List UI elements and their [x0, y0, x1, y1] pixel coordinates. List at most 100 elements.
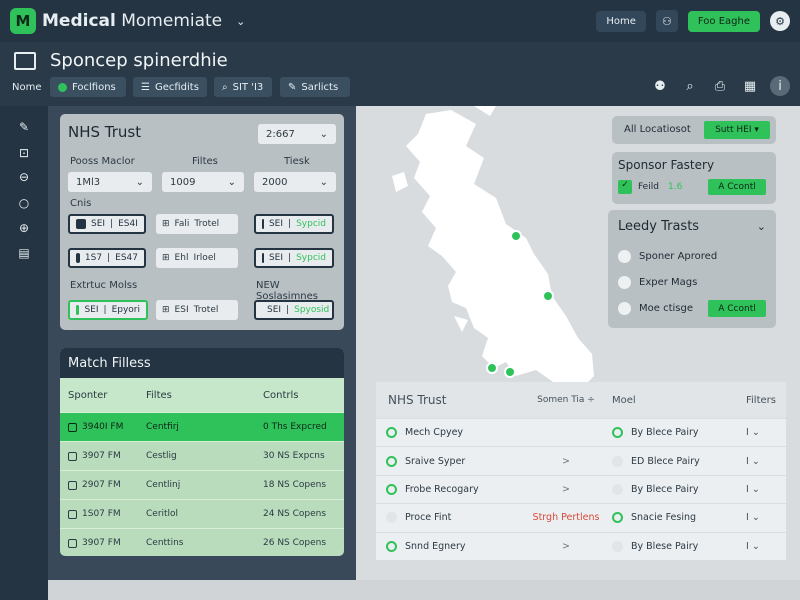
table-row[interactable]: Mech Cpyey By Blece Pairy I ⌄ [376, 418, 786, 446]
select-2[interactable]: 1009 ⌄ [162, 172, 244, 192]
table-body: Mech Cpyey By Blece Pairy I ⌄ Sraive Syper >… [376, 418, 786, 560]
chip-sit[interactable]: ⌕ SIT 'I3 [214, 77, 272, 97]
row-field: By Blece Pairy [606, 427, 746, 439]
trust-option-1[interactable]: Sponer Aprored [618, 250, 717, 263]
chevron-down-icon: ⌄ [751, 427, 760, 439]
pencil-icon: ✎ [288, 81, 297, 93]
row-info: 0 Ths Expcred [263, 422, 327, 432]
select-1[interactable]: 1Ml3 ⌄ [68, 172, 152, 192]
check-icon[interactable]: ✓ [618, 180, 632, 194]
chip-sarlicts[interactable]: ✎ Sarlicts [280, 77, 350, 97]
row-end[interactable]: I ⌄ [746, 512, 786, 523]
match-filters-title: Match Filless [60, 348, 344, 378]
calendar-icon[interactable]: ▦ [740, 76, 760, 96]
settings-gear-icon[interactable]: ⚙ [770, 11, 790, 31]
row-time: 3907 FM [60, 538, 140, 548]
chevron-down-icon: ⌄ [135, 176, 144, 188]
checkbox-icon[interactable] [68, 538, 77, 548]
tag-r3-1[interactable]: SEI | Epyori [68, 300, 148, 320]
row-time: 3940I FM [60, 422, 140, 432]
tag-r3-2[interactable]: ⊞ ESI Trotel [156, 300, 238, 320]
square-icon [76, 305, 80, 315]
trust-option-3[interactable]: Moe ctisge [618, 302, 693, 315]
tag-r1-2[interactable]: ⊞ Fali Trotel [156, 214, 238, 234]
checkbox-icon[interactable] [68, 422, 77, 432]
breadcrumb-home[interactable]: Nome [12, 82, 42, 93]
checkbox-icon[interactable] [68, 480, 77, 490]
column-header: NHS Trust [388, 393, 447, 407]
chip-gecfidits[interactable]: ☰ Gecfidits [133, 77, 207, 97]
map-pin[interactable] [542, 290, 554, 302]
status-dot-icon [612, 427, 623, 439]
print-icon[interactable]: ⎙ [710, 76, 730, 96]
status-dot-icon [386, 427, 397, 439]
map-pin[interactable] [486, 362, 498, 374]
circle-icon[interactable]: ○ [15, 194, 33, 212]
table-row[interactable]: Frobe Recogary > By Blece Pairy I ⌄ [376, 474, 786, 503]
table-row[interactable]: Sraive Syper > ED Blece Pairy I ⌄ [376, 446, 786, 474]
sponsor-factory-panel: Sponsor Fastery ✓ Feild 1.6 A Ccontl [612, 152, 776, 204]
checkbox-icon[interactable] [68, 451, 77, 461]
document-icon[interactable]: ▤ [15, 244, 33, 262]
tag-r2-1[interactable]: 1S7 | ES47 [68, 248, 146, 268]
row-end[interactable]: I ⌄ [746, 541, 786, 552]
map-pin[interactable] [510, 230, 522, 242]
globe-icon[interactable]: ⊕ [15, 219, 33, 237]
row-end[interactable]: I ⌄ [746, 427, 786, 438]
radio-icon [618, 250, 631, 263]
select-3[interactable]: 2000 ⌄ [254, 172, 336, 192]
column-header[interactable]: Somen Tia ÷ [526, 395, 606, 405]
trust-option-2[interactable]: Exper Mags [618, 276, 697, 289]
row-name: Frobe Recogary [376, 483, 526, 495]
home-button[interactable]: Home [596, 10, 646, 32]
table-row[interactable]: Snnd Egnery > By Blese Pairy I ⌄ [376, 531, 786, 560]
square-icon [262, 219, 264, 229]
leedy-trusts-title: Leedy Trasts [618, 219, 700, 234]
user-add-icon[interactable]: ⚉ [650, 76, 670, 96]
status-dot-icon [612, 455, 623, 467]
radio-icon [618, 276, 631, 289]
trust-select[interactable]: 2:667 ⌄ [258, 124, 336, 144]
row-info: 24 NS Copens [263, 509, 327, 519]
label-filtes: Filtes [192, 156, 218, 167]
table-row[interactable]: 3907 FM Centtins 26 NS Copens [60, 528, 344, 556]
tag-r3-3[interactable]: SEI | Spyosid [254, 300, 334, 320]
checkbox-icon[interactable] [68, 509, 77, 519]
row-end[interactable]: I ⌄ [746, 456, 786, 467]
tag-r2-3[interactable]: SEI | Sypcid [254, 248, 334, 268]
table-row[interactable]: 3940I FM Centfirj 0 Ths Expcred [60, 412, 344, 441]
grid-icon: ⊞ [162, 305, 170, 315]
island-north [474, 106, 496, 116]
tag-r1-3[interactable]: SEI | Sypcid [254, 214, 334, 234]
map-pin[interactable] [504, 366, 516, 378]
match-filters-rows: 3940I FM Centfirj 0 Ths Expcred 3907 FM Cest… [60, 412, 344, 556]
chevron-down-icon[interactable]: ⌄ [236, 15, 245, 28]
tag-r1-1[interactable]: SEI | ES4I [68, 214, 146, 234]
tag-r2-2[interactable]: ⊞ Ehl Irloel [156, 248, 238, 268]
cta-button[interactable]: Foo Eaghe [687, 10, 760, 32]
car-icon[interactable]: ⊖ [15, 168, 33, 186]
table-row[interactable]: Proce Fint Strgh Pertlens Snacie Fesing I ⌄ [376, 503, 786, 531]
row-end[interactable]: I ⌄ [746, 484, 786, 495]
chevron-down-icon[interactable]: ⌄ [757, 220, 766, 233]
info-icon[interactable]: i [770, 76, 790, 96]
location-select-button[interactable]: Sutt HEI ▾ [704, 121, 770, 139]
table-row[interactable]: 2907 FM Centlinj 18 NS Copens [60, 470, 344, 499]
chip-foclfions[interactable]: Foclfions [50, 77, 126, 97]
app-logo-icon[interactable]: M [10, 8, 36, 34]
factory-control-button[interactable]: A Ccontl [708, 179, 766, 195]
edit-icon[interactable]: ✎ [15, 118, 33, 136]
trusts-control-button[interactable]: A Ccontl [708, 300, 766, 317]
leedy-trusts-panel: Leedy Trasts ⌄ Sponer Aprored Exper Mags… [608, 210, 776, 328]
status-dot-icon [386, 455, 397, 467]
row-info: 18 NS Copens [263, 480, 327, 490]
nhs-trust-panel: NHS Trust 2:667 ⌄ Pooss Maclor Filtes Tie… [60, 114, 344, 330]
match-filters-columns: Sponter Filtes Contrls [60, 378, 344, 412]
table-row[interactable]: 3907 FM Cestlig 30 NS Expcns [60, 441, 344, 470]
user-icon[interactable]: ⚇ [655, 10, 678, 32]
search-icon[interactable]: ⌕ [680, 76, 700, 96]
row-field: By Blese Pairy [606, 540, 746, 552]
lock-icon[interactable]: ⊡ [15, 144, 33, 162]
table-row[interactable]: 1S07 FM Ceritlol 24 NS Copens [60, 499, 344, 528]
row-status: Centfirj [146, 422, 179, 432]
